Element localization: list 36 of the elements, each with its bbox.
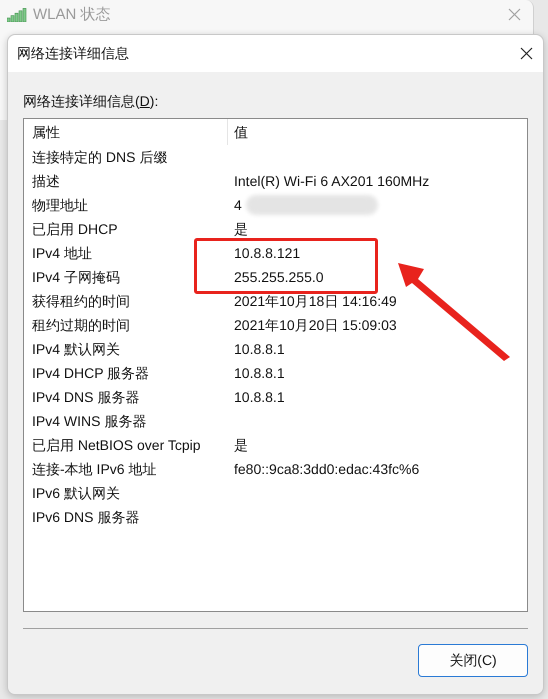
property-cell: 描述 bbox=[32, 172, 60, 188]
property-cell: IPv6 DNS 服务器 bbox=[32, 508, 140, 524]
close-button[interactable]: 关闭(C) bbox=[418, 644, 528, 677]
value-cell-text: 10.8.8.1 bbox=[234, 364, 285, 382]
property-cell: 连接特定的 DNS 后缀 bbox=[32, 148, 168, 164]
dialog-title: 网络连接详细信息 bbox=[17, 44, 129, 63]
property-cell: IPv4 DHCP 服务器 bbox=[32, 364, 150, 380]
property-cell: IPv6 默认网关 bbox=[32, 484, 120, 500]
value-cell-text: 10.8.8.121 bbox=[234, 244, 300, 262]
property-cell: 已启用 NetBIOS over Tcpip bbox=[32, 436, 201, 452]
column-header[interactable]: 值 bbox=[228, 119, 527, 145]
window-title: WLAN 状态 bbox=[33, 4, 111, 25]
value-cell-text: fe80::9ca8:3dd0:edac:43fc%6 bbox=[234, 460, 420, 478]
list-label: 网络连接详细信息(D): bbox=[23, 93, 158, 109]
close-icon[interactable] bbox=[520, 47, 533, 60]
value-cell-text: 10.8.8.1 bbox=[234, 388, 285, 406]
property-cell: 租约过期的时间 bbox=[32, 316, 130, 332]
value-cell-text: 255.255.255.0 bbox=[234, 268, 324, 286]
property-cell: 连接-本地 IPv6 地址 bbox=[32, 460, 156, 476]
property-cell: IPv4 子网掩码 bbox=[32, 268, 120, 284]
value-cell-text: Intel(R) Wi-Fi 6 AX201 160MHz bbox=[234, 172, 430, 191]
property-cell: IPv4 默认网关 bbox=[32, 340, 120, 356]
value-cell-text: 是 bbox=[234, 220, 248, 238]
value-cell-text: 2021年10月18日 14:16:49 bbox=[234, 292, 397, 310]
property-cell: IPv4 地址 bbox=[32, 244, 92, 260]
value-cell-text: 10.8.8.1 bbox=[234, 340, 285, 358]
property-cell: 获得租约的时间 bbox=[32, 292, 130, 308]
property-cell: 物理地址 bbox=[32, 196, 88, 212]
value-cell-text: 4 bbox=[234, 196, 242, 214]
value-cell-text: 2021年10月20日 15:09:03 bbox=[234, 316, 397, 334]
property-cell: IPv4 DNS 服务器 bbox=[32, 388, 140, 404]
column-header[interactable]: 属性 bbox=[24, 119, 228, 145]
signal-icon bbox=[7, 8, 27, 22]
property-cell: IPv4 WINS 服务器 bbox=[32, 412, 146, 428]
property-cell: 已启用 DHCP bbox=[32, 220, 118, 236]
value-cell-text: 是 bbox=[234, 436, 248, 454]
